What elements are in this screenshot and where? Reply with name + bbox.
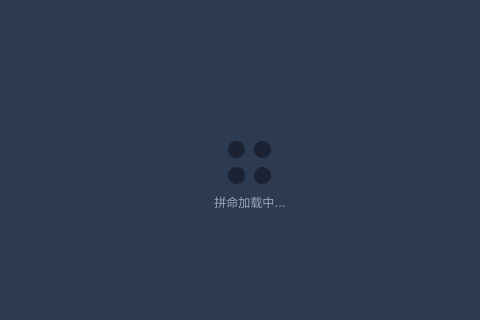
loading-dots-icon bbox=[227, 140, 272, 185]
loading-dot bbox=[228, 167, 245, 184]
loading-text: 拼命加载中... bbox=[214, 196, 286, 210]
loading-dot bbox=[228, 141, 245, 158]
loading-overlay: 拼命加载中... bbox=[0, 0, 480, 320]
loading-dot bbox=[254, 167, 271, 184]
loading-dot bbox=[254, 141, 271, 158]
